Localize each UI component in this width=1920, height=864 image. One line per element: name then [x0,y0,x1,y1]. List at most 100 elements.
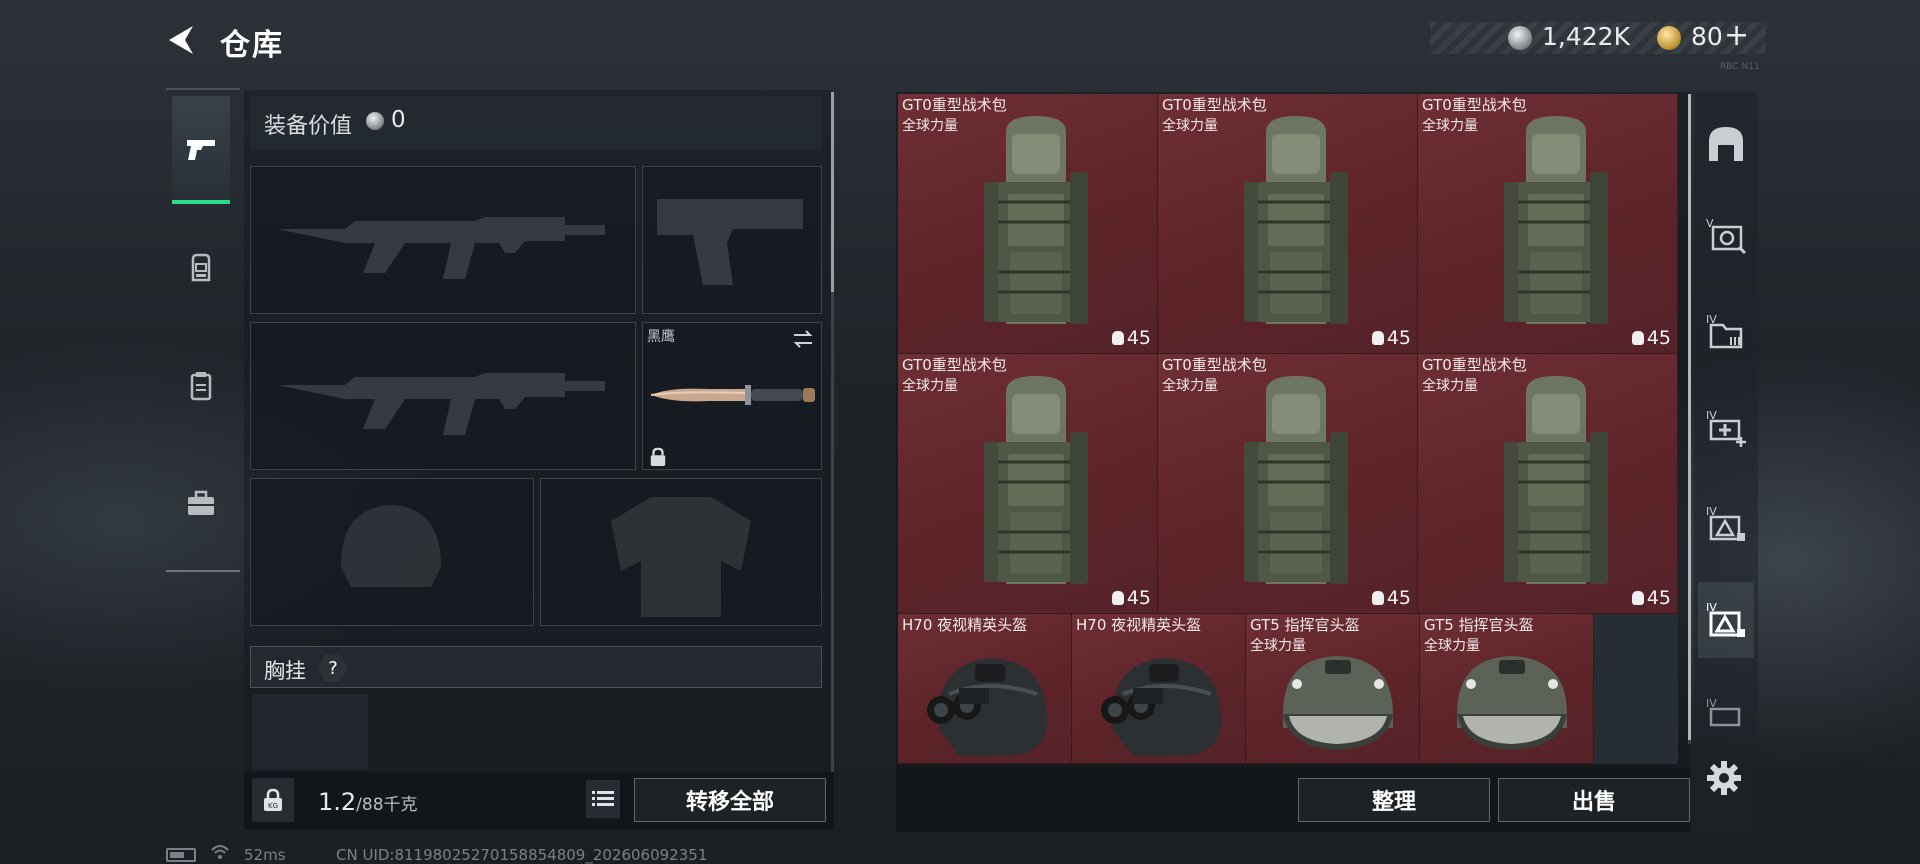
empty-grid-cell[interactable] [1594,614,1678,764]
sidearm-slot[interactable] [642,166,822,314]
item-name: H70 夜视精英头盔 [902,616,1028,634]
warehouse-item[interactable]: GT5 指挥官头盔 全球力量 [1246,614,1420,764]
capacity-icon [1631,331,1644,345]
settings-gear-icon[interactable] [1704,758,1744,798]
wifi-icon [211,845,229,859]
loadout-scrollbar-thumb[interactable] [831,92,834,292]
armor-silhouette-icon [611,497,751,617]
warehouse-item[interactable]: GT0重型战术包 全球力量 45 [898,94,1158,354]
tier4-misc-icon: IV [1706,697,1741,727]
item-name: GT0重型战术包 [1162,96,1267,114]
capacity-value: 45 [1646,587,1671,609]
capacity-value: 45 [1386,587,1411,609]
tab-weapons[interactable] [172,96,230,204]
rifle-silhouette-icon [277,373,605,435]
item-name: GT0重型战术包 [902,356,1007,374]
filter-tier4-folder[interactable]: IV [1698,294,1754,370]
filter-tier5-safe[interactable]: V [1698,198,1754,274]
item-name: GT0重型战术包 [902,96,1007,114]
warehouse-item[interactable]: GT0重型战术包 全球力量 45 [1158,94,1418,354]
equipment-value-label: 装备价值 [264,114,353,139]
carry-weight: 1.2/88千克 [318,788,418,816]
warehouse-item[interactable]: GT0重型战术包 全球力量 45 [1418,94,1678,354]
item-capacity: 45 [1111,587,1151,609]
item-name: GT0重型战术包 [1422,356,1527,374]
nv-helmet-image [927,658,1048,756]
warehouse-item[interactable]: GT0重型战术包 全球力量 45 [1158,354,1418,614]
warehouse-item[interactable]: H70 夜视精英头盔 [898,614,1072,764]
rifle-silhouette-icon [277,217,605,279]
filter-tier4-weapon[interactable]: IV [1698,486,1754,562]
primary-weapon-slot-2[interactable] [250,322,636,470]
weight-lock-button[interactable]: KG [252,778,294,822]
back-arrow-icon[interactable] [163,22,199,58]
equipment-value: 0 [391,107,406,133]
silver-coin-icon [366,112,384,130]
item-name: GT5 指挥官头盔 [1250,616,1360,634]
warehouse-scrollbar-thumb[interactable] [1688,94,1691,740]
armor-slot[interactable] [540,478,822,626]
item-name: GT0重型战术包 [1162,356,1267,374]
silver-amount: 1,422K [1542,22,1630,51]
sell-button[interactable]: 出售 [1498,778,1690,822]
item-capacity: 45 [1631,587,1671,609]
item-faction: 全球力量 [1422,378,1478,394]
backpack-icon [191,253,211,282]
capacity-value: 45 [1126,587,1151,609]
item-capacity: 45 [1631,327,1671,349]
filter-tier4-medkit[interactable]: IV [1698,390,1754,466]
category-tabbar [166,88,240,572]
filter-tier4-triangle[interactable]: IV [1698,582,1754,658]
list-view-button[interactable] [586,780,620,818]
item-capacity: 45 [1111,327,1151,349]
warehouse-item[interactable]: GT0重型战术包 全球力量 45 [898,354,1158,614]
transfer-all-button[interactable]: 转移全部 [634,778,826,822]
melee-slot[interactable]: 黑鹰 [642,322,822,470]
capacity-icon [1371,591,1384,605]
gold-amount: 80 [1691,22,1723,51]
item-faction: 全球力量 [1250,638,1306,654]
tab-briefcase[interactable] [172,450,230,558]
svg-text:KG: KG [268,802,278,810]
chest-rig-slot[interactable] [252,694,368,770]
item-name: GT0重型战术包 [1422,96,1527,114]
backpack-image [1504,376,1608,584]
helmet-slot[interactable] [250,478,534,626]
item-name: GT5 指挥官头盔 [1424,616,1534,634]
tier4-triangle-icon: IV [1706,601,1745,637]
ping-readout: 52ms [244,846,286,864]
item-capacity: 45 [1371,327,1411,349]
tab-backpack[interactable] [172,214,230,322]
item-faction: 全球力量 [902,378,958,394]
helmet-silhouette-icon [341,505,441,587]
add-currency-button[interactable]: + [1724,18,1749,53]
backpack-image [984,376,1088,584]
warehouse-item[interactable]: GT5 指挥官头盔 全球力量 [1420,614,1594,764]
lock-icon: KG [264,788,282,811]
filter-tier4-misc[interactable]: IV [1698,678,1754,754]
warehouse-grid: GT0重型战术包 全球力量 45 GT0重型战术包 全球力量 45 GT0重型战术包 全球力量… [898,94,1678,764]
item-capacity: 45 [1371,587,1411,609]
primary-weapon-slot-1[interactable] [250,166,636,314]
warehouse-item[interactable]: GT0重型战术包 全球力量 45 [1418,354,1678,614]
capacity-icon [1631,591,1644,605]
sort-button[interactable]: 整理 [1298,778,1490,822]
cmd-helmet-image [1283,656,1393,750]
item-faction: 全球力量 [1422,118,1478,134]
filter-all-items[interactable] [1698,106,1754,182]
swap-icon[interactable] [791,327,815,351]
tier4-medkit-icon: IV [1706,409,1746,447]
knife-icon [650,385,815,405]
weight-max: /88千克 [356,795,418,815]
capacity-icon [1111,591,1124,605]
tab-container[interactable] [172,332,230,440]
backpack-image [984,116,1088,324]
all-items-icon [1709,127,1743,161]
item-faction: 全球力量 [902,118,958,134]
container-icon [190,372,212,401]
capacity-value: 45 [1646,327,1671,349]
weight-current: 1.2 [318,788,357,816]
melee-name: 黑鹰 [647,329,675,345]
nv-helmet-image [1101,658,1222,756]
warehouse-item[interactable]: H70 夜视精英头盔 [1072,614,1246,764]
